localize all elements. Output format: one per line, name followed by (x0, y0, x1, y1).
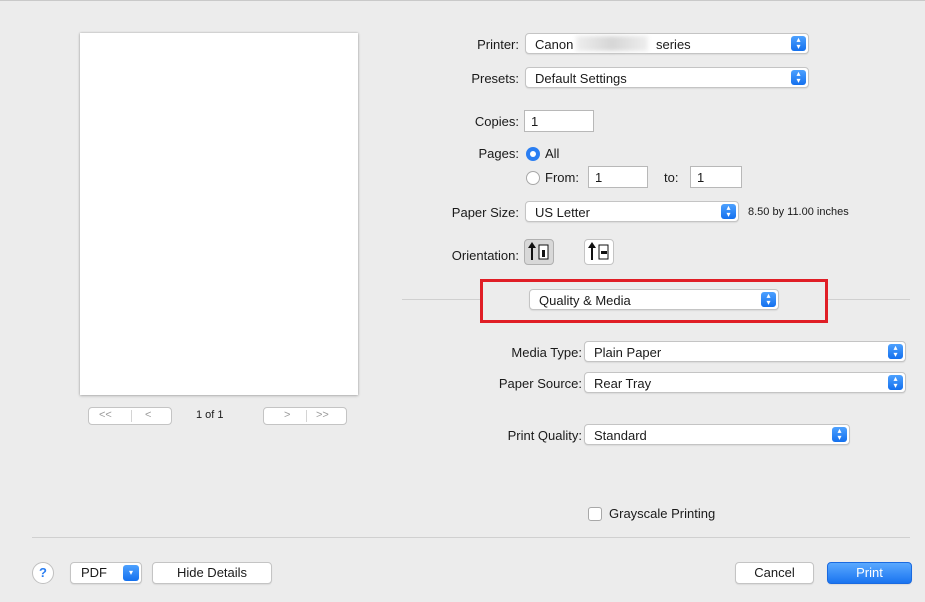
footer-separator (32, 537, 910, 538)
cancel-button[interactable]: Cancel (735, 562, 814, 584)
landscape-icon (588, 242, 609, 260)
paper-dimensions: 8.50 by 11.00 inches (748, 206, 849, 218)
pages-to-label: to: (664, 170, 679, 185)
portrait-orientation-button[interactable] (524, 239, 554, 265)
hide-details-button[interactable]: Hide Details (152, 562, 272, 584)
page-indicator: 1 of 1 (196, 409, 224, 421)
presets-popup[interactable]: Default Settings ▴ ▾ (525, 67, 809, 88)
presets-label: Presets: (471, 71, 519, 86)
print-button[interactable]: Print (827, 562, 912, 584)
page-preview (80, 33, 358, 395)
pages-to-field[interactable]: 1 (690, 166, 742, 188)
orientation-label: Orientation: (451, 248, 519, 263)
print-quality-label: Print Quality: (507, 428, 582, 443)
paper-size-popup[interactable]: US Letter ▴ ▾ (525, 201, 739, 222)
preview-nav-forward-group[interactable]: > >> (263, 407, 347, 425)
prev-page-icon[interactable]: < (145, 409, 151, 421)
pages-all-radio[interactable] (526, 147, 540, 161)
chevron-up-down-icon: ▴ ▾ (888, 375, 903, 390)
paper-source-label: Paper Source: (498, 376, 582, 391)
pages-label: Pages: (478, 146, 519, 161)
paper-size-label: Paper Size: (451, 205, 519, 220)
help-icon[interactable]: ? (32, 562, 54, 584)
chevron-down-icon: ▾ (123, 565, 139, 581)
media-type-value: Plain Paper (594, 345, 662, 360)
chevron-up-down-icon: ▴ ▾ (791, 70, 806, 85)
landscape-orientation-button[interactable] (584, 239, 614, 265)
pages-from-radio[interactable] (526, 171, 540, 185)
first-page-icon[interactable]: << (99, 409, 112, 421)
section-separator-left (402, 299, 482, 300)
grayscale-checkbox[interactable] (588, 507, 602, 521)
media-type-popup[interactable]: Plain Paper ▴ ▾ (584, 341, 906, 362)
presets-value: Default Settings (535, 71, 627, 86)
window-top-border (0, 0, 925, 1)
printer-popup[interactable]: Canon series ▴ ▾ (525, 33, 809, 54)
paper-source-popup[interactable]: Rear Tray ▴ ▾ (584, 372, 906, 393)
preview-nav-back-group[interactable]: << < (88, 407, 172, 425)
chevron-up-down-icon: ▴ ▾ (832, 427, 847, 442)
section-separator-right (826, 299, 910, 300)
pages-from-label: From: (545, 170, 579, 185)
paper-source-value: Rear Tray (594, 376, 652, 391)
pdf-menu-button[interactable]: PDF ▾ (70, 562, 142, 584)
pages-all-label: All (545, 146, 560, 161)
grayscale-label: Grayscale Printing (609, 506, 716, 521)
pages-from-field[interactable]: 1 (588, 166, 648, 188)
chevron-up-down-icon: ▴ ▾ (721, 204, 736, 219)
printer-value-prefix: Canon (535, 37, 574, 52)
pdf-label: PDF (81, 565, 107, 580)
chevron-up-down-icon: ▴ ▾ (791, 36, 806, 51)
next-page-icon[interactable]: > (284, 409, 290, 421)
printer-label: Printer: (477, 37, 519, 52)
copies-field[interactable]: 1 (524, 110, 594, 132)
portrait-icon (528, 242, 549, 260)
highlight-box (480, 279, 828, 323)
copies-label: Copies: (474, 114, 519, 129)
paper-size-value: US Letter (535, 205, 590, 220)
redacted-model (576, 36, 648, 51)
media-type-label: Media Type: (511, 345, 582, 360)
chevron-up-down-icon: ▴ ▾ (888, 344, 903, 359)
print-quality-popup[interactable]: Standard ▴ ▾ (584, 424, 850, 445)
printer-value-suffix: series (656, 37, 691, 52)
last-page-icon[interactable]: >> (316, 409, 329, 421)
print-quality-value: Standard (594, 428, 647, 443)
